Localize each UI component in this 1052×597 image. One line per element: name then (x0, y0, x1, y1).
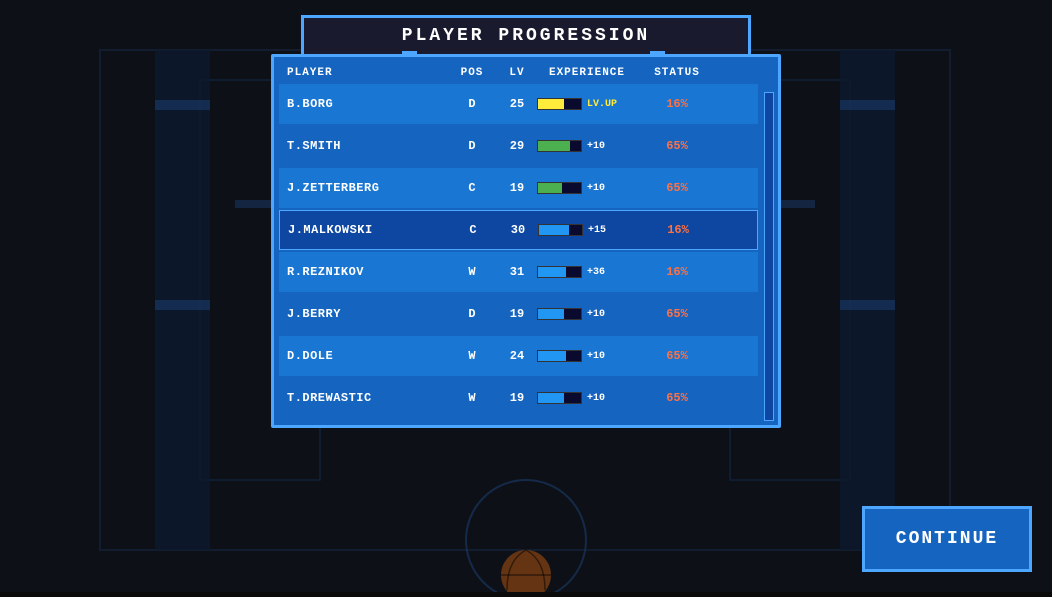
xp-bar-fill (538, 99, 564, 109)
player-row[interactable]: J.MALKOWSKIC30 +15 16% (279, 210, 758, 250)
player-status: 65% (637, 307, 717, 321)
xp-bar-outer (538, 224, 583, 236)
xp-label: +10 (587, 183, 605, 194)
player-xp: +10 (537, 350, 637, 362)
xp-bar-fill (539, 225, 569, 235)
player-xp: +10 (537, 392, 637, 404)
header-lv: LV (497, 67, 537, 79)
player-row[interactable]: J.BERRYD19 +10 65% (279, 294, 758, 334)
player-pos: C (448, 223, 498, 237)
xp-label: +10 (587, 351, 605, 362)
player-name: J.ZETTERBERG (287, 181, 447, 195)
player-row[interactable]: J.ZETTERBERGC19 +10 65% (279, 168, 758, 208)
player-name: T.DREWASTIC (287, 391, 447, 405)
player-xp: +10 (537, 308, 637, 320)
player-pos: W (447, 349, 497, 363)
xp-label: +10 (587, 141, 605, 152)
player-lv: 19 (497, 391, 537, 405)
player-lv: 24 (497, 349, 537, 363)
xp-label: +10 (587, 309, 605, 320)
xp-bar-outer (537, 140, 582, 152)
header-pos: POS (447, 67, 497, 79)
header-player: PLAYER (287, 67, 447, 79)
table-header: PLAYER POS LV EXPERIENCE STATUS (279, 62, 758, 84)
player-rows-container: B.BORGD25LV.UP16%T.SMITHD29+1065%J.ZETTE… (279, 84, 773, 418)
xp-bar-fill (538, 393, 564, 403)
xp-bar-outer (537, 266, 582, 278)
player-name: J.MALKOWSKI (288, 223, 448, 237)
xp-label: +10 (587, 393, 605, 404)
player-row[interactable]: R.REZNIKOVW31 +36 16% (279, 252, 758, 292)
player-status: 65% (637, 349, 717, 363)
player-pos: C (447, 181, 497, 195)
player-status: 16% (638, 223, 718, 237)
player-xp: +10 (537, 140, 637, 152)
xp-label: LV.UP (587, 99, 617, 110)
title-box: PLAYER PROGRESSION (301, 15, 751, 54)
panel-title: PLAYER PROGRESSION (402, 26, 650, 46)
xp-bar-fill (538, 183, 562, 193)
player-status: 65% (637, 181, 717, 195)
xp-bar-fill (538, 141, 570, 151)
player-pos: D (447, 307, 497, 321)
continue-button[interactable]: CONTINUE (862, 506, 1032, 572)
player-row[interactable]: T.SMITHD29 +10 65% (279, 126, 758, 166)
player-xp: +15 (538, 224, 638, 236)
xp-bar-outer (537, 350, 582, 362)
player-xp: +10 (537, 182, 637, 194)
player-row[interactable]: T.DREWASTICW19 +10 65% (279, 378, 758, 418)
xp-bar-outer (537, 98, 582, 110)
player-xp: LV.UP (537, 98, 637, 110)
header-experience: EXPERIENCE (537, 67, 637, 79)
player-status: 16% (637, 97, 717, 111)
xp-bar-fill (538, 351, 566, 361)
player-name: D.DOLE (287, 349, 447, 363)
xp-bar-outer (537, 308, 582, 320)
player-row[interactable]: B.BORGD25 LV.UP 16% (279, 84, 758, 124)
player-name: T.SMITH (287, 139, 447, 153)
player-lv: 29 (497, 139, 537, 153)
main-panel: PLAYER PROGRESSION PLAYER POS LV EXPERIE… (271, 15, 781, 428)
player-pos: D (447, 139, 497, 153)
xp-label: +36 (587, 267, 605, 278)
player-lv: 25 (497, 97, 537, 111)
xp-bar-outer (537, 392, 582, 404)
player-lv: 30 (498, 223, 538, 237)
player-xp: +36 (537, 266, 637, 278)
xp-bar-outer (537, 182, 582, 194)
player-pos: D (447, 97, 497, 111)
player-status: 65% (637, 139, 717, 153)
player-lv: 19 (497, 181, 537, 195)
table-panel: PLAYER POS LV EXPERIENCE STATUS B.BORGD2… (271, 54, 781, 428)
player-status: 16% (637, 265, 717, 279)
xp-bar-fill (538, 267, 566, 277)
player-row[interactable]: D.DOLEW24 +10 65% (279, 336, 758, 376)
player-lv: 19 (497, 307, 537, 321)
player-lv: 31 (497, 265, 537, 279)
player-pos: W (447, 265, 497, 279)
player-status: 65% (637, 391, 717, 405)
player-pos: W (447, 391, 497, 405)
header-status: STATUS (637, 67, 717, 79)
xp-bar-fill (538, 309, 564, 319)
player-name: R.REZNIKOV (287, 265, 447, 279)
player-name: B.BORG (287, 97, 447, 111)
xp-label: +15 (588, 225, 606, 236)
player-name: J.BERRY (287, 307, 447, 321)
